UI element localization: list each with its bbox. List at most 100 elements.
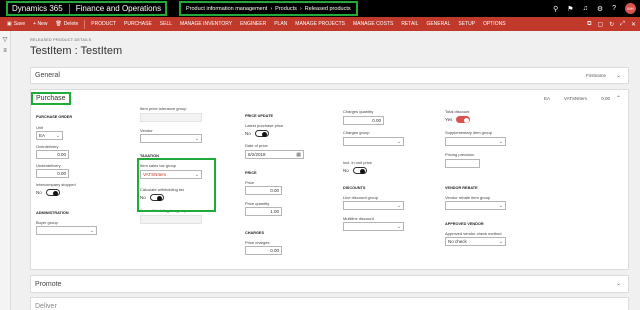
- vendor-label: Vendor: [140, 128, 153, 133]
- vendor-rebate-select[interactable]: ⌄: [445, 201, 506, 210]
- filter-icon[interactable]: ▽: [0, 36, 10, 43]
- delete-icon: 🗑: [55, 21, 62, 27]
- incl-unit-price-toggle[interactable]: No: [343, 167, 367, 174]
- charges-quantity-input[interactable]: 0.00: [343, 116, 384, 125]
- intercompany-label: Intercompany stopped: [36, 182, 76, 187]
- refresh-icon[interactable]: ↻: [609, 21, 614, 28]
- chevron-down-icon: ⌄: [498, 202, 503, 209]
- avatar[interactable]: MH: [625, 3, 636, 14]
- chevron-up-icon[interactable]: ⌃: [616, 95, 621, 102]
- tab-manage-projects[interactable]: MANAGE PROJECTS: [291, 21, 349, 27]
- product-brand[interactable]: Dynamics 365 Finance and Operations: [6, 1, 168, 16]
- section-discounts: DISCOUNTS: [343, 186, 366, 190]
- chevron-down-icon: ⌄: [498, 138, 503, 145]
- help-icon[interactable]: ?: [612, 5, 616, 12]
- pricing-precision-label: Pricing precision: [445, 152, 475, 157]
- fasttab-deliver[interactable]: Deliver: [30, 297, 629, 310]
- overdelivery-input[interactable]: 0.00: [36, 150, 69, 159]
- price-charges-input[interactable]: 0.00: [245, 246, 282, 255]
- breadcrumb-item[interactable]: Product information management: [186, 6, 267, 12]
- chevron-down-icon[interactable]: ⌄: [616, 280, 621, 287]
- unit-label: Unit: [36, 125, 44, 130]
- page-header-small: RELEASED PRODUCT DETAILS: [30, 38, 92, 42]
- supplementary-item-label: Supplementary item group: [445, 130, 492, 135]
- fasttab-title: Promote: [35, 281, 62, 288]
- price-charges-label: Price charges: [245, 240, 270, 245]
- section-purchase-order: PURCHASE ORDER: [36, 115, 73, 119]
- multiline-discount-select[interactable]: ⌄: [343, 222, 404, 231]
- buyer-group-select[interactable]: ⌄: [36, 226, 97, 235]
- total-discount-label: Total discount: [445, 109, 470, 114]
- unit-select[interactable]: EA ⌄: [36, 131, 63, 140]
- chevron-down-icon: ⌄: [396, 223, 401, 230]
- price-tolerance-input[interactable]: [140, 113, 202, 122]
- total-discount-toggle[interactable]: Yes: [445, 116, 471, 123]
- summary-unit: EA: [543, 96, 550, 101]
- attach-icon[interactable]: ⧉: [587, 21, 591, 28]
- popout-icon[interactable]: ⤢: [620, 21, 625, 28]
- date-price-input[interactable]: 8/2/2018 ▦: [245, 150, 304, 159]
- intercompany-toggle[interactable]: No: [36, 189, 60, 196]
- menu-icon[interactable]: ≡: [0, 48, 10, 54]
- breadcrumb-item[interactable]: Products: [275, 6, 297, 12]
- charges-group-select[interactable]: ⌄: [343, 137, 404, 146]
- tab-engineer[interactable]: ENGINEER: [236, 21, 270, 27]
- product-name: Dynamics 365: [12, 4, 63, 13]
- tab-retail[interactable]: RETAIL: [397, 21, 422, 27]
- fasttab-general[interactable]: General Firstname ⌄: [30, 67, 629, 84]
- charges-quantity-label: Charges quantity: [343, 109, 374, 114]
- line-discount-select[interactable]: ⌄: [343, 201, 404, 210]
- pricing-precision-input[interactable]: [445, 159, 480, 168]
- price-tolerance-label: Item price tolerance group: [140, 106, 187, 111]
- approved-vendor-select[interactable]: No check ⌄: [445, 237, 506, 246]
- approved-vendor-value: No check: [448, 239, 467, 244]
- breadcrumb-item[interactable]: Released products: [305, 6, 351, 12]
- fasttab-promote[interactable]: Promote ⌄: [30, 275, 629, 293]
- tab-sell[interactable]: SELL: [156, 21, 176, 27]
- tab-manage-costs[interactable]: MANAGE COSTS: [349, 21, 397, 27]
- date-price-label: Date of price: [245, 143, 268, 148]
- price-input[interactable]: 0.00: [245, 186, 282, 195]
- tab-manage-inventory[interactable]: MANAGE INVENTORY: [176, 21, 236, 27]
- breadcrumb: Product information management › Product…: [179, 1, 358, 16]
- approved-vendor-label: Approved vendor check method: [445, 231, 502, 236]
- delete-button[interactable]: 🗑 Delete: [51, 21, 82, 27]
- fasttab-title-purchase[interactable]: Purchase: [31, 92, 71, 105]
- incl-unit-price-label: Incl. in unit price: [343, 160, 372, 165]
- price-quantity-input[interactable]: 1.00: [245, 207, 282, 216]
- fasttab-purchase: Purchase EA VATSNItem 0.00 ⌃ PURCHASE OR…: [30, 89, 629, 270]
- office-icon[interactable]: ▢: [597, 21, 603, 28]
- underdelivery-input[interactable]: 0.00: [36, 169, 69, 178]
- section-price: PRICE: [245, 171, 257, 175]
- section-price-update: PRICE UPDATE: [245, 114, 273, 118]
- supplementary-item-select[interactable]: ⌄: [445, 137, 506, 146]
- underdelivery-label: Underdelivery: [36, 163, 61, 168]
- calendar-icon[interactable]: ▦: [296, 152, 301, 158]
- tab-options[interactable]: OPTIONS: [479, 21, 510, 27]
- save-button[interactable]: ▣ Save: [3, 21, 29, 27]
- new-button[interactable]: + New: [29, 21, 51, 27]
- vendor-select[interactable]: ⌄: [140, 134, 202, 143]
- toggle-value: No: [343, 168, 349, 173]
- tab-purchase[interactable]: PURCHASE: [120, 21, 156, 27]
- search-icon[interactable]: ⚲: [553, 5, 558, 13]
- section-charges: CHARGES: [245, 231, 264, 235]
- tab-general[interactable]: GENERAL: [422, 21, 454, 27]
- section-approved-vendor: APPROVED VENDOR: [445, 222, 484, 226]
- tab-setup[interactable]: SETUP: [454, 21, 479, 27]
- chevron-down-icon[interactable]: ⌄: [616, 72, 621, 79]
- latest-price-label: Latest purchase price: [245, 123, 284, 128]
- tab-plan[interactable]: PLAN: [270, 21, 291, 27]
- flag-icon[interactable]: ⚑: [567, 5, 573, 13]
- overdelivery-label: Overdelivery: [36, 144, 59, 149]
- close-icon[interactable]: ✕: [631, 21, 636, 28]
- multiline-discount-label: Multiline discount: [343, 216, 374, 221]
- bell-icon[interactable]: ♫: [583, 5, 588, 12]
- latest-price-toggle[interactable]: No: [245, 130, 269, 137]
- tab-product[interactable]: PRODUCT: [87, 21, 120, 27]
- withholding-group-input[interactable]: [140, 215, 202, 224]
- settings-icon[interactable]: ⚙: [597, 5, 603, 13]
- app-name: Finance and Operations: [75, 4, 162, 13]
- page-title: TestItem : TestItem: [30, 45, 123, 57]
- summary-price: 0.00: [601, 96, 610, 101]
